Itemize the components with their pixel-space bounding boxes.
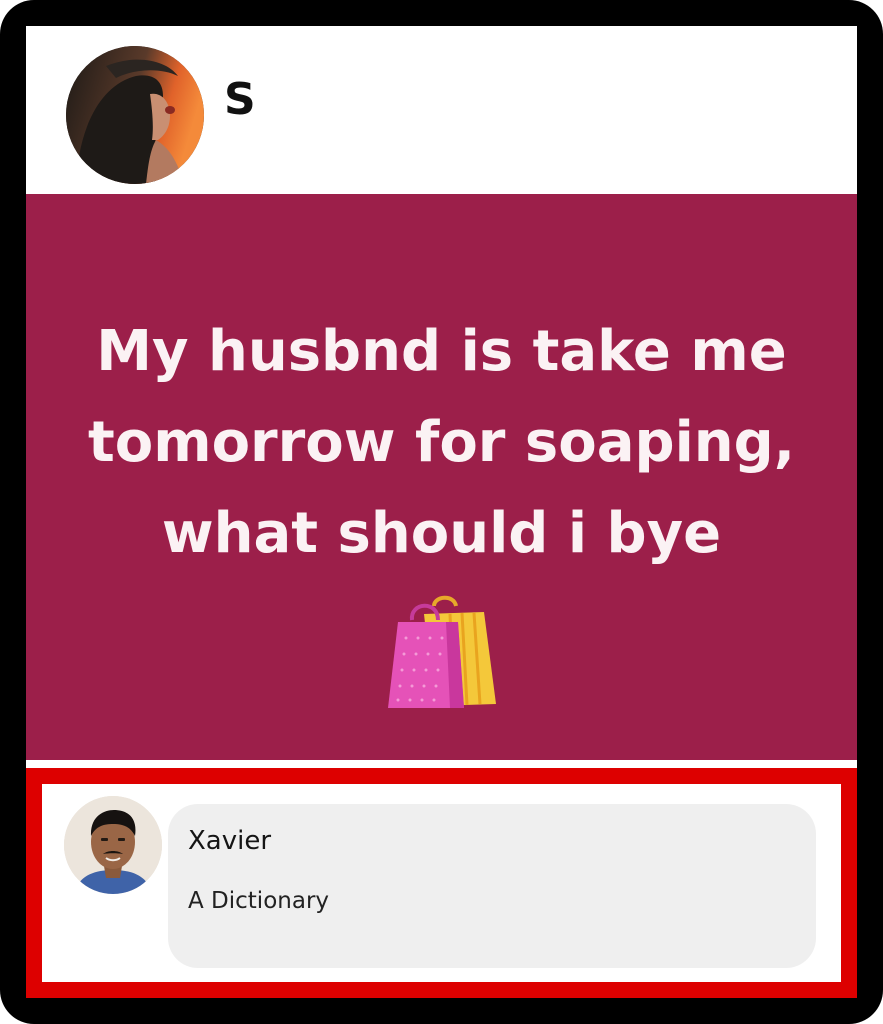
section-divider	[26, 760, 857, 768]
author-name[interactable]: S	[224, 74, 256, 125]
post-card: S My husbnd is take me tomorrow for soap…	[26, 26, 857, 998]
screenshot-frame: S My husbnd is take me tomorrow for soap…	[0, 0, 883, 1024]
comment-highlight-box: Xavier A Dictionary	[26, 768, 857, 998]
comment-bubble: Xavier A Dictionary	[168, 804, 816, 968]
post-text: My husbnd is take me tomorrow for soapin…	[87, 319, 796, 566]
shopping-bags-icon	[384, 594, 498, 710]
commenter-avatar[interactable]	[64, 796, 162, 894]
author-avatar[interactable]	[66, 46, 204, 184]
commenter-name[interactable]: Xavier	[188, 826, 271, 856]
comment-text: A Dictionary	[188, 888, 330, 914]
post-content: My husbnd is take me tomorrow for soapin…	[26, 194, 857, 760]
post-header: S	[26, 26, 857, 194]
